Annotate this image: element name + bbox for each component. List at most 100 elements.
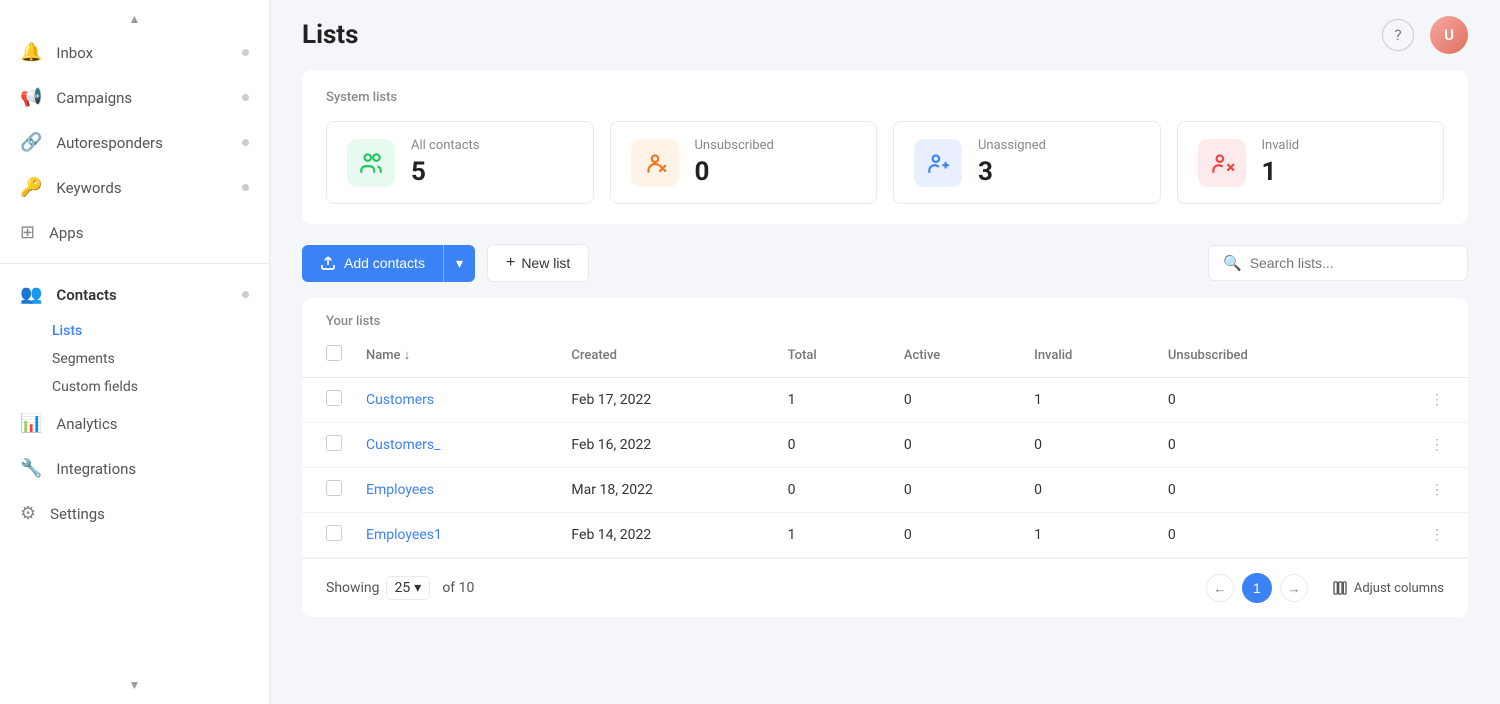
row-checkbox[interactable] [326, 480, 342, 496]
row-name[interactable]: Customers [350, 378, 555, 423]
row-checkbox-cell [302, 468, 350, 513]
sidebar-item-autoresponders[interactable]: 🔗 Autoresponders [0, 120, 269, 165]
row-active: 0 [888, 468, 1018, 513]
autoresponders-dot [242, 139, 249, 146]
row-actions[interactable]: ⋮ [1365, 378, 1468, 423]
inbox-dot [242, 49, 249, 56]
lists-label: Lists [52, 323, 82, 339]
name-col-label: Name ↓ [366, 348, 410, 363]
system-list-invalid[interactable]: Invalid 1 [1177, 121, 1445, 204]
contacts-dot [242, 291, 249, 298]
avatar[interactable]: U [1430, 16, 1468, 54]
sidebar-item-segments[interactable]: Segments [0, 345, 269, 373]
table-footer: Showing 25 ▾ of 10 ← 1 → Adjust [302, 558, 1468, 617]
search-lists-input[interactable] [1250, 255, 1453, 271]
analytics-icon: 📊 [20, 413, 42, 434]
scroll-up-arrow[interactable]: ▲ [0, 8, 269, 30]
sidebar-item-keywords[interactable]: 🔑 Keywords [0, 165, 269, 210]
scroll-down-arrow[interactable]: ▼ [0, 674, 269, 696]
system-list-unsubscribed[interactable]: Unsubscribed 0 [610, 121, 878, 204]
system-lists-card: System lists All contacts 5 [302, 70, 1468, 224]
header-actions: ? U [1382, 16, 1468, 54]
your-lists-title: Your lists [302, 298, 1468, 329]
row-invalid: 1 [1018, 378, 1152, 423]
row-created: Feb 14, 2022 [555, 513, 771, 558]
main-content: Lists ? U System lists All contacts [270, 0, 1500, 704]
sidebar-item-lists[interactable]: Lists [0, 317, 269, 345]
pagination: ← 1 → [1206, 573, 1308, 603]
table-wrap: Name ↓ Created Total Active [302, 333, 1468, 558]
row-name[interactable]: Employees [350, 468, 555, 513]
page-header: Lists ? U [270, 0, 1500, 70]
sidebar-item-contacts[interactable]: 👥 Contacts [0, 272, 269, 317]
new-list-button[interactable]: + New list [487, 244, 589, 282]
row-name[interactable]: Customers_ [350, 423, 555, 468]
created-col-label: Created [571, 348, 617, 363]
sidebar-item-settings[interactable]: ⚙ Settings [0, 491, 269, 536]
sidebar-item-inbox[interactable]: 🔔 Inbox [0, 30, 269, 75]
row-checkbox[interactable] [326, 525, 342, 541]
sidebar-item-campaigns[interactable]: 📢 Campaigns [0, 75, 269, 120]
sidebar-item-label: Campaigns [56, 89, 132, 107]
all-contacts-icon [347, 139, 395, 187]
adjust-columns-icon [1332, 580, 1348, 596]
sidebar-item-integrations[interactable]: 🔧 Integrations [0, 446, 269, 491]
row-checkbox[interactable] [326, 435, 342, 451]
of-total: of 10 [442, 580, 474, 596]
add-contacts-dropdown[interactable]: ▾ [444, 245, 475, 282]
row-total: 0 [772, 468, 888, 513]
adjust-columns-button[interactable]: Adjust columns [1332, 580, 1444, 596]
row-actions[interactable]: ⋮ [1365, 468, 1468, 513]
row-total: 1 [772, 378, 888, 423]
header-name[interactable]: Name ↓ [350, 333, 555, 378]
row-checkbox-cell [302, 378, 350, 423]
row-actions[interactable]: ⋮ [1365, 513, 1468, 558]
unsubscribed-col-label: Unsubscribed [1168, 348, 1248, 363]
row-actions[interactable]: ⋮ [1365, 423, 1468, 468]
row-active: 0 [888, 423, 1018, 468]
sidebar-item-label: Apps [49, 224, 83, 242]
select-all-checkbox[interactable] [326, 345, 342, 361]
add-contacts-button[interactable]: Add contacts ▾ [302, 245, 475, 282]
row-name[interactable]: Employees1 [350, 513, 555, 558]
apps-icon: ⊞ [20, 222, 35, 243]
row-created: Feb 16, 2022 [555, 423, 771, 468]
invalid-label: Invalid [1262, 138, 1300, 153]
header-checkbox-col [302, 333, 350, 378]
system-list-unassigned[interactable]: Unassigned 3 [893, 121, 1161, 204]
system-lists-grid: All contacts 5 Unsubscribed 0 [326, 121, 1444, 204]
per-page-value: 25 [395, 580, 411, 596]
sidebar-item-apps[interactable]: ⊞ Apps [0, 210, 269, 255]
add-contacts-main: Add contacts [302, 245, 443, 281]
sidebar-item-custom-fields[interactable]: Custom fields [0, 373, 269, 401]
table-header: Name ↓ Created Total Active [302, 333, 1468, 378]
plus-icon: + [506, 254, 515, 272]
keywords-dot [242, 184, 249, 191]
sidebar-item-analytics[interactable]: 📊 Analytics [0, 401, 269, 446]
chevron-down-icon: ▾ [414, 580, 421, 596]
add-contacts-label: Add contacts [344, 255, 425, 271]
per-page-select[interactable]: 25 ▾ [386, 576, 431, 600]
header-invalid[interactable]: Invalid [1018, 333, 1152, 378]
lists-table-card: Your lists Name ↓ Created [302, 298, 1468, 617]
header-created[interactable]: Created [555, 333, 771, 378]
system-lists-title: System lists [326, 90, 1444, 105]
all-contacts-info: All contacts 5 [411, 138, 480, 187]
sidebar-divider [0, 263, 269, 264]
help-button[interactable]: ? [1382, 19, 1414, 51]
search-lists-box: 🔍 [1208, 245, 1468, 281]
header-total[interactable]: Total [772, 333, 888, 378]
page-1-button[interactable]: 1 [1242, 573, 1272, 603]
system-list-all-contacts[interactable]: All contacts 5 [326, 121, 594, 204]
lists-tbody: Customers Feb 17, 2022 1 0 1 0 ⋮ Custome… [302, 378, 1468, 558]
header-unsubscribed[interactable]: Unsubscribed [1152, 333, 1365, 378]
sidebar-item-label: Keywords [56, 179, 121, 197]
sidebar: ▲ 🔔 Inbox 📢 Campaigns 🔗 Autoresponders 🔑… [0, 0, 270, 704]
row-checkbox[interactable] [326, 390, 342, 406]
header-active[interactable]: Active [888, 333, 1018, 378]
avatar-label: U [1444, 26, 1454, 44]
next-page-button[interactable]: → [1280, 574, 1308, 602]
row-active: 0 [888, 378, 1018, 423]
prev-page-button[interactable]: ← [1206, 574, 1234, 602]
showing-label: Showing 25 ▾ of 10 [326, 576, 474, 600]
